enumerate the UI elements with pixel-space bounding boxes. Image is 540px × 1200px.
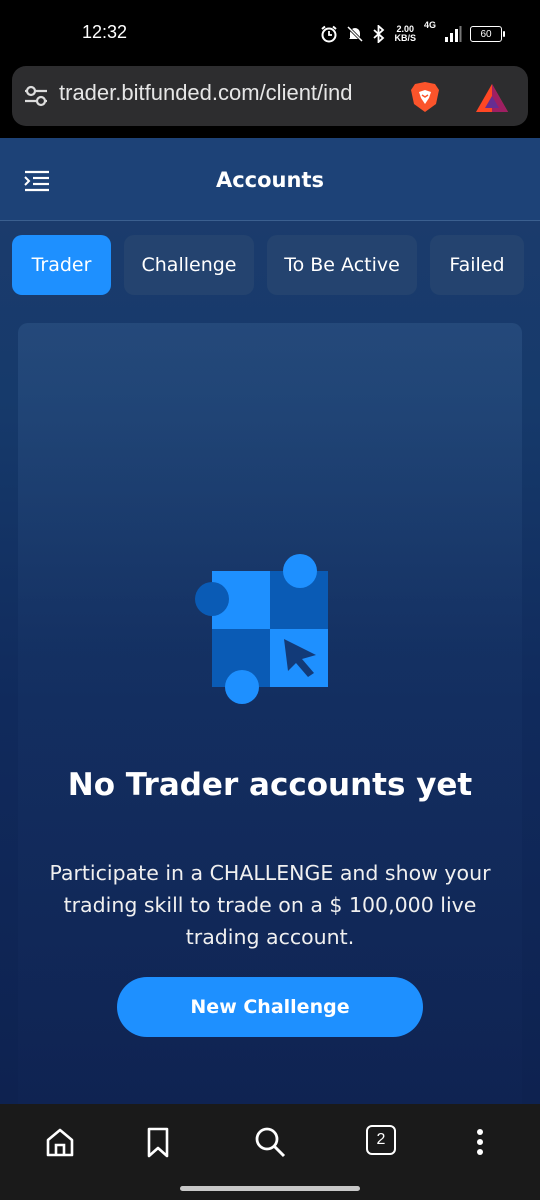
mute-icon — [347, 25, 364, 43]
new-challenge-button[interactable]: New Challenge — [117, 977, 423, 1037]
tab-failed[interactable]: Failed — [430, 235, 524, 295]
brave-icon[interactable] — [408, 80, 442, 114]
status-icons: 2.00 KB/S 4G 60 — [320, 20, 505, 46]
home-icon[interactable] — [42, 1124, 78, 1160]
empty-accounts-illustration — [195, 554, 328, 704]
bat-icon[interactable] — [474, 82, 510, 114]
url-text[interactable]: trader.bitfunded.com/client/ind — [59, 80, 409, 112]
empty-state-panel: No Trader accounts yet Participate in a … — [18, 323, 522, 1104]
battery-level: 60 — [480, 28, 492, 40]
tab-trader[interactable]: Trader — [12, 235, 111, 295]
network-type: 4G — [423, 20, 436, 30]
tab-challenge[interactable]: Challenge — [124, 235, 254, 295]
battery-icon: 60 — [470, 26, 505, 42]
tune-icon[interactable] — [22, 82, 50, 110]
status-time: 12:32 — [82, 22, 128, 42]
empty-state-description: Participate in a CHALLENGE and show your… — [49, 861, 491, 949]
more-icon[interactable] — [462, 1124, 498, 1160]
speed-unit: KB/S — [394, 33, 416, 43]
account-tabs: Trader Challenge To Be Active Failed — [12, 235, 524, 295]
app-header: Accounts — [0, 138, 540, 221]
alarm-icon — [321, 25, 338, 43]
open-tabs-count: 2 — [376, 1131, 386, 1148]
address-bar[interactable]: trader.bitfunded.com/client/ind — [12, 66, 528, 126]
signal-icon — [445, 26, 462, 42]
bluetooth-icon — [373, 25, 385, 43]
main-content: Trader Challenge To Be Active Failed No … — [0, 221, 540, 1104]
search-icon[interactable] — [252, 1124, 288, 1160]
empty-state-title: No Trader accounts yet — [67, 767, 473, 803]
browser-toolbar: trader.bitfunded.com/client/ind — [0, 64, 540, 138]
tab-to-be-active[interactable]: To Be Active — [267, 235, 417, 295]
gesture-bar[interactable] — [180, 1186, 360, 1191]
tabs-icon[interactable]: 2 — [366, 1125, 396, 1155]
bookmark-icon[interactable] — [140, 1124, 176, 1160]
network-speed: 2.00 KB/S — [394, 25, 416, 43]
page-title: Accounts — [215, 168, 324, 192]
status-bar: 12:32 2.00 KB/S 4G 60 — [0, 0, 540, 64]
